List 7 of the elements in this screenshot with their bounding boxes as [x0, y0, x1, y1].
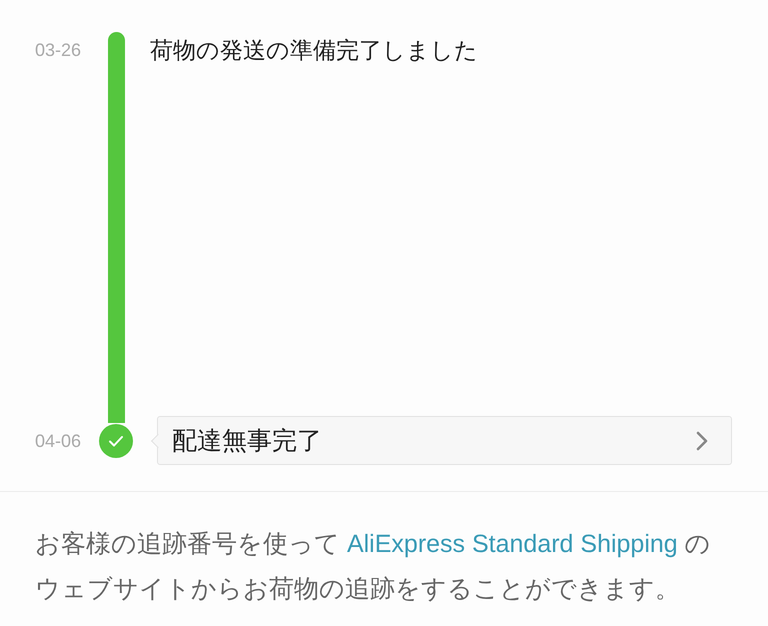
check-circle-icon — [99, 424, 133, 458]
event-date: 03-26 — [35, 40, 82, 60]
event-date: 04-06 — [35, 430, 82, 450]
event-title: 荷物の発送の準備完了しました — [150, 36, 478, 65]
chevron-right-icon — [696, 430, 708, 450]
delivery-status-button[interactable]: 配達無事完了 — [150, 416, 732, 465]
tracking-note: お客様の追跡番号を使って AliExpress Standard Shipping のウェブサイトからお荷物の追跡をすることができます。 — [34, 529, 712, 605]
